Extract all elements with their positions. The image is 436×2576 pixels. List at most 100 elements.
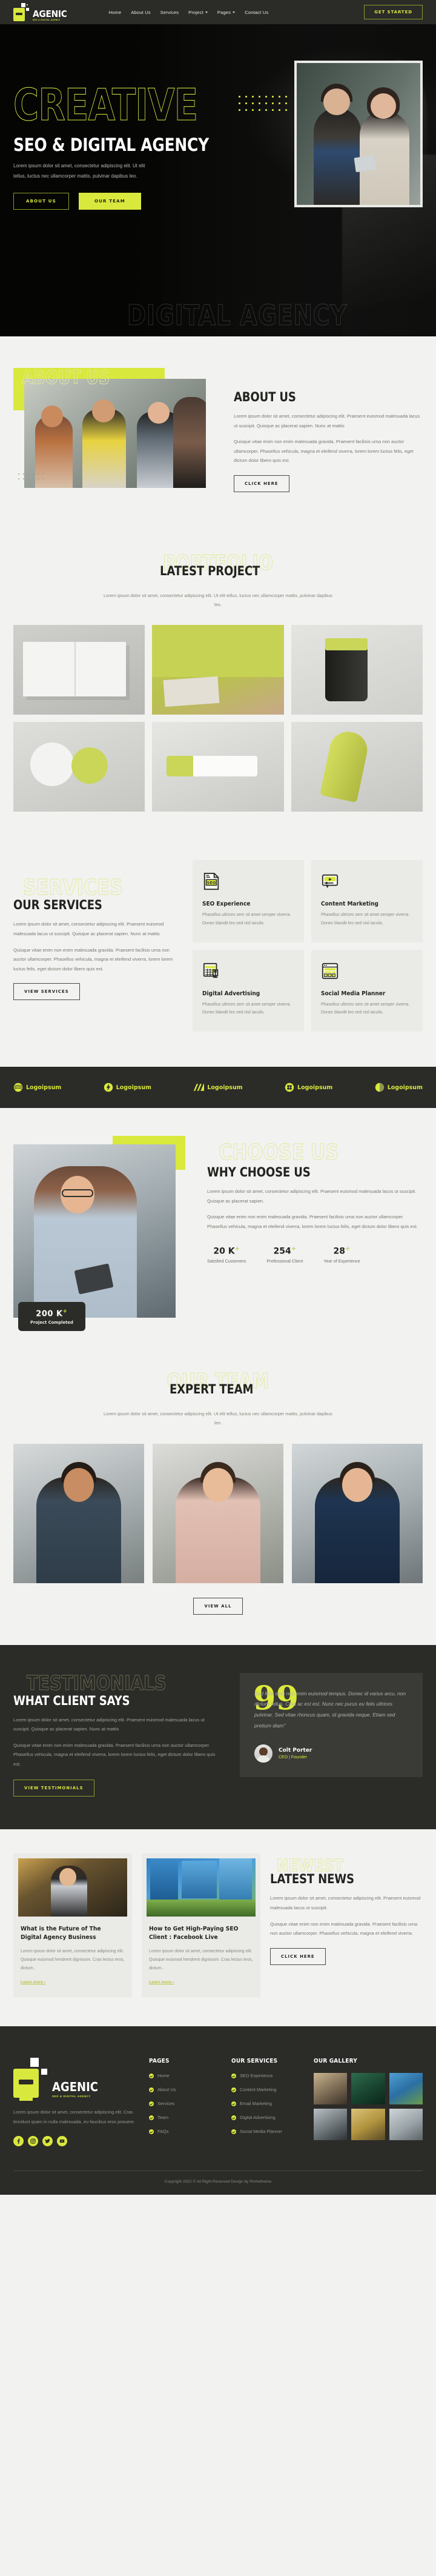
partner-logo: Logoipsum xyxy=(104,1083,151,1092)
services-title: OUR SERVICES xyxy=(13,898,102,913)
portfolio-item[interactable] xyxy=(13,625,145,715)
portfolio-grid xyxy=(13,625,423,812)
nav-item-contact-us[interactable]: Contact Us xyxy=(245,10,268,15)
service-card-content-marketing[interactable]: Content Marketing Phasellus ultrices sem… xyxy=(311,860,423,943)
team-member-card[interactable] xyxy=(292,1443,423,1583)
news-click-here-button[interactable]: CLICK HERE xyxy=(270,1947,326,1965)
hero-ghost-text: DIGITAL AGENCY xyxy=(127,299,348,332)
footer-link-team[interactable]: Team xyxy=(149,2115,220,2120)
footer-link-home[interactable]: Home xyxy=(149,2073,220,2078)
partner-logo-name: Logoipsum xyxy=(116,1084,151,1091)
gallery-thumbnail[interactable] xyxy=(351,2109,385,2141)
why-choose-us-section: 200 K+ Project Completed CHOOSE US WHY C… xyxy=(0,1108,436,1350)
brand-logo[interactable]: AGENIC SEO & DIGITAL AGENCY xyxy=(13,3,70,21)
check-icon xyxy=(231,2129,236,2134)
get-started-button[interactable]: GET STARTED xyxy=(364,5,423,19)
portfolio-item[interactable] xyxy=(152,722,284,812)
news-paragraph-1: Lorem ipsum dolor sit amet, consectetur … xyxy=(270,1895,421,1910)
service-title: Content Marketing xyxy=(321,901,379,908)
news-desc: Lorem ipsum dolor sit amet, consectetur … xyxy=(21,1949,125,1971)
hero-about-us-button[interactable]: ABOUT US xyxy=(13,192,69,210)
nav-item-pages[interactable]: Pages xyxy=(217,10,236,15)
footer-link-label: Services xyxy=(157,2101,175,2107)
team-title: EXPERT TEAM xyxy=(169,1382,253,1396)
nav-item-about-us[interactable]: About Us xyxy=(131,10,150,15)
footer-socials xyxy=(13,2135,138,2146)
about-paragraph-2: Quisque vitae enim non enim malesuada gr… xyxy=(234,439,414,464)
service-card-seo-experience[interactable]: SEO SEO Experience Phasellus ultrices se… xyxy=(193,860,304,943)
view-services-button[interactable]: VIEW SERVICES xyxy=(13,983,80,1001)
footer-service-digital-advertising[interactable]: Digital Advertising xyxy=(231,2115,303,2120)
twitter-icon[interactable] xyxy=(42,2135,53,2146)
why-paragraph-1: Lorem ipsum dolor sit amet, consectetur … xyxy=(207,1189,417,1204)
service-card-digital-advertising[interactable]: Digital Advertising Phasellus ultrices s… xyxy=(193,949,304,1032)
gallery-thumbnail[interactable] xyxy=(389,2109,423,2141)
nav-label: Contact Us xyxy=(245,9,269,15)
view-all-team-button[interactable]: VIEW ALL xyxy=(193,1597,243,1615)
news-card[interactable]: What is the Future of The Digital Agency… xyxy=(13,1854,132,1998)
footer-service-seo-experience[interactable]: SEO Experience xyxy=(231,2073,303,2078)
footer-service-content-marketing[interactable]: Content Marketing xyxy=(231,2087,303,2092)
portfolio-item[interactable] xyxy=(291,625,423,715)
view-testimonials-button[interactable]: VIEW TESTIMONIALS xyxy=(13,1780,94,1797)
services-paragraph-2: Quisque vitae enim non enim malesuada gr… xyxy=(13,947,173,972)
news-learn-more-link[interactable]: Learn more › xyxy=(21,1980,45,1984)
partner-logo: Logoipsum xyxy=(13,1083,61,1092)
project-completed-badge: 200 K+ Project Completed xyxy=(18,1301,85,1331)
nav-item-project[interactable]: Project xyxy=(188,10,208,15)
instagram-icon[interactable] xyxy=(28,2135,38,2146)
hero-our-team-button[interactable]: OUR TEAM xyxy=(78,192,141,210)
team-member-card[interactable] xyxy=(13,1443,144,1583)
logo-mark-icon xyxy=(13,2058,48,2101)
team-member-card[interactable] xyxy=(153,1443,283,1583)
nav-item-home[interactable]: Home xyxy=(109,10,122,15)
badge-number: 200 K xyxy=(36,1309,63,1318)
youtube-icon[interactable] xyxy=(57,2135,67,2146)
badge-label: Project Completed xyxy=(30,1320,73,1325)
partner-logo-name: Logoipsum xyxy=(26,1084,62,1091)
partner-logo-name: Logoipsum xyxy=(387,1084,423,1091)
stat-item: 28+ Year of Experience xyxy=(323,1246,360,1264)
partner-logo-name: Logoipsum xyxy=(207,1084,243,1091)
footer-brand-tagline: SEO & DIGITAL AGENCY xyxy=(52,2095,91,2098)
portfolio-item[interactable] xyxy=(13,722,145,812)
site-header: AGENIC SEO & DIGITAL AGENCY Home About U… xyxy=(0,0,436,24)
news-card[interactable]: How to Get High-Paying SEO Client : Face… xyxy=(142,1854,260,1998)
check-icon xyxy=(149,2087,154,2092)
service-card-social-media-planner[interactable]: Social Media Planner Phasellus ultrices … xyxy=(311,949,423,1032)
footer-gallery-column: OUR GALLERY xyxy=(314,2058,423,2141)
service-desc: Phasellus ultrices sem sit amet semper v… xyxy=(202,1002,291,1015)
services-paragraph-1: Lorem ipsum dolor sit amet, consectetur … xyxy=(13,921,164,936)
portfolio-item[interactable] xyxy=(152,625,284,715)
footer-link-label: FAQs xyxy=(157,2129,169,2135)
portfolio-subtitle: Lorem ipsum dolor sit amet, consectetur … xyxy=(104,592,332,607)
footer-service-email-marketing[interactable]: Email Marketing xyxy=(231,2101,303,2106)
stat-label: Satisfied Customers xyxy=(207,1258,246,1264)
gallery-thumbnail[interactable] xyxy=(389,2073,423,2105)
footer-service-social-media-planner[interactable]: Social Media Planner xyxy=(231,2129,303,2134)
footer-link-services[interactable]: Services xyxy=(149,2101,220,2106)
footer-link-about-us[interactable]: About Us xyxy=(149,2087,220,2092)
portfolio-section: PORTFOLIO LATEST PROJECT Lorem ipsum dol… xyxy=(0,532,436,849)
team-grid xyxy=(13,1443,423,1583)
news-learn-more-link[interactable]: Learn more › xyxy=(149,1980,174,1984)
gallery-thumbnail[interactable] xyxy=(351,2073,385,2105)
gallery-thumbnail[interactable] xyxy=(314,2073,348,2105)
footer-link-faqs[interactable]: FAQs xyxy=(149,2129,220,2134)
about-image-block xyxy=(13,368,218,488)
services-ghost-title: SERVICES xyxy=(22,875,123,901)
facebook-icon[interactable] xyxy=(13,2135,24,2146)
check-icon xyxy=(231,2087,236,2092)
footer-pages-column: PAGES Home About Us Services Team FAQs xyxy=(149,2058,220,2134)
landing-page: AGENIC SEO & DIGITAL AGENCY Home About U… xyxy=(0,0,436,2195)
portfolio-item[interactable] xyxy=(291,722,423,812)
testimonials-section: TESTIMONIALS WHAT CLIENT SAYS Lorem ipsu… xyxy=(0,1644,436,1830)
stat-number: 28 xyxy=(333,1246,346,1256)
gallery-thumbnail[interactable] xyxy=(314,2109,348,2141)
service-title: Social Media Planner xyxy=(321,990,386,997)
footer-link-label: About Us xyxy=(157,2087,176,2093)
check-icon xyxy=(149,2101,154,2106)
footer-brand-logo[interactable]: AGENIC SEO & DIGITAL AGENCY xyxy=(13,2058,138,2101)
nav-item-services[interactable]: Services xyxy=(160,10,179,15)
about-click-here-button[interactable]: CLICK HERE xyxy=(234,475,289,492)
